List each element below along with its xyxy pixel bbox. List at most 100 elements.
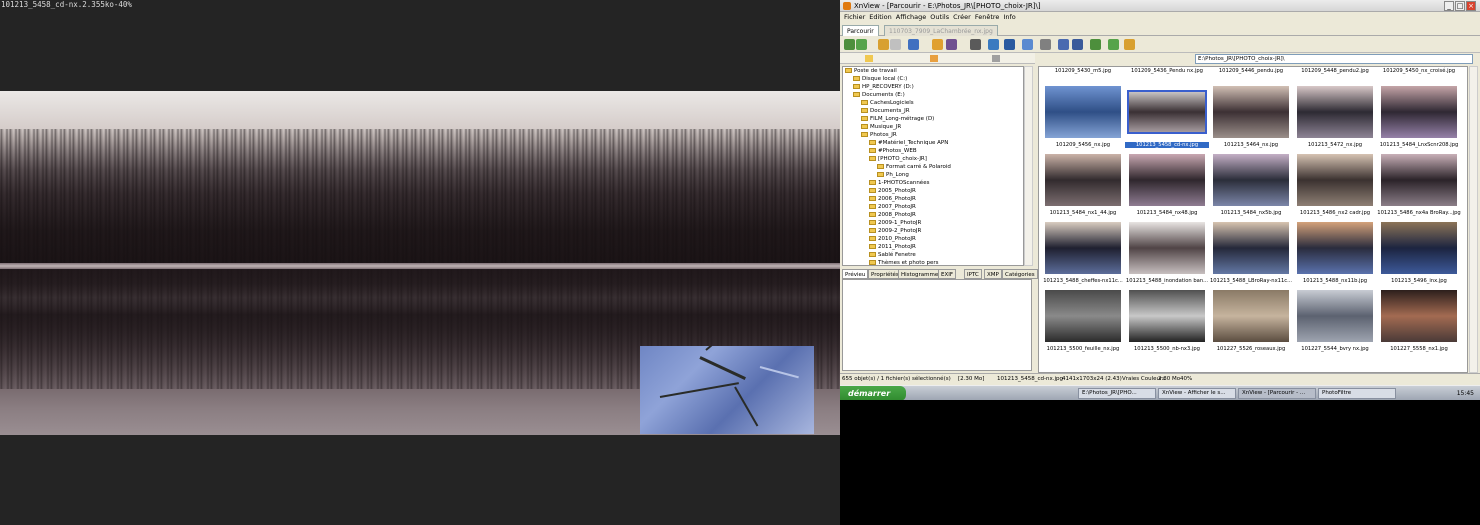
thumbnail-cell[interactable]: 101227_5558_nx1.jpg — [1377, 290, 1461, 358]
toolbar-button-icon[interactable] — [1108, 39, 1119, 50]
tree-node[interactable]: 2010_PhotoJR — [869, 236, 916, 243]
thumbnail-cell[interactable]: 101209_5456_nx.jpg — [1041, 86, 1125, 154]
thumbnail-cell[interactable]: 101213_5484_nx5b.jpg — [1209, 154, 1293, 222]
tree-node[interactable]: 1-PHOTOScannées — [869, 180, 929, 187]
thumbnail-cell[interactable]: 101227_5544_bvry nx.jpg — [1293, 290, 1377, 358]
tab-parcourir[interactable]: Parcourir — [842, 25, 879, 36]
info-tab[interactable]: Catégories — [1002, 269, 1038, 279]
toolbar-button-icon[interactable] — [1004, 39, 1015, 50]
toolbar-button-icon[interactable] — [1124, 39, 1135, 50]
toolbar-button-icon[interactable] — [1022, 39, 1033, 50]
top-row-caption[interactable]: 101209_5430_m5.jpg — [1041, 68, 1125, 74]
toolbar-button-icon[interactable] — [878, 39, 889, 50]
thumbnail-cell[interactable]: 101213_5464_nx.jpg — [1209, 86, 1293, 154]
thumbnail-cell[interactable]: 101227_5526_roseaux.jpg — [1209, 290, 1293, 358]
address-input[interactable]: E:\Photos_JR\[PHOTO_choix-JR]\ — [1195, 54, 1473, 64]
tree-node[interactable]: CachesLogiciels — [861, 100, 914, 107]
thumbnail-image[interactable] — [1297, 222, 1373, 274]
thumbnail-cell[interactable]: 101213_5488_inondation ban... — [1125, 222, 1209, 290]
toolbar-button-icon[interactable] — [1090, 39, 1101, 50]
info-tab[interactable]: IPTC — [964, 269, 982, 279]
thumbnail-image[interactable] — [1381, 86, 1457, 138]
thumbnail-cell[interactable]: 101213_5488_nx11b.jpg — [1293, 222, 1377, 290]
thumbnail-image[interactable] — [1213, 222, 1289, 274]
toolbar-button-icon[interactable] — [1040, 39, 1051, 50]
menu-item[interactable]: Outils — [930, 12, 949, 23]
tree-node[interactable]: FILM_Long-métrage (D) — [861, 116, 934, 123]
info-tab[interactable]: Histogramme — [898, 269, 942, 279]
tree-node[interactable]: HP_RECOVERY (D:) — [853, 84, 914, 91]
thumbnail-image[interactable] — [1045, 154, 1121, 206]
info-tab[interactable]: Propriétés — [868, 269, 902, 279]
menu-item[interactable]: Fenêtre — [975, 12, 1000, 23]
thumbnail-image[interactable] — [1129, 154, 1205, 206]
menu-item[interactable]: Créer — [953, 12, 971, 23]
minimize-button[interactable]: _ — [1444, 1, 1454, 11]
tree-node[interactable]: 2007_PhotoJR — [869, 204, 916, 211]
tree-node[interactable]: Thèmes et photo pers — [869, 260, 939, 265]
tree-node[interactable]: Ph_Long — [877, 172, 909, 179]
task-xnview-viewer[interactable]: XnView - Afficher le s... — [1158, 388, 1236, 399]
thumbnail-image[interactable] — [1129, 290, 1205, 342]
thumbnail-image[interactable] — [1381, 290, 1457, 342]
thumbnail-image[interactable] — [1297, 290, 1373, 342]
menu-item[interactable]: Affichage — [896, 12, 927, 23]
close-button[interactable]: × — [1466, 1, 1476, 11]
thumbnail-image[interactable] — [1045, 222, 1121, 274]
thumbnail-image[interactable] — [1045, 86, 1121, 138]
thumbnail-cell[interactable]: 101213_5484_LnxScnr208.jpg — [1377, 86, 1461, 154]
tree-node[interactable]: Disque local (C:) — [853, 76, 907, 83]
menu-item[interactable]: Info — [1003, 12, 1015, 23]
toolbar-button-icon[interactable] — [970, 39, 981, 50]
toolbar-button-icon[interactable] — [932, 39, 943, 50]
thumbnail-image[interactable] — [1381, 222, 1457, 274]
tree-scrollbar[interactable] — [1024, 66, 1033, 266]
menu-item[interactable]: Edition — [869, 12, 892, 23]
tree-node[interactable]: 2008_PhotoJR — [869, 212, 916, 219]
thumbnail-cell[interactable]: 101213_5488_LBroRay-nx11c... — [1209, 222, 1293, 290]
toolbar-button-icon[interactable] — [856, 39, 867, 50]
tab-image[interactable]: 110703_7909_LaChambrée_nx.jpg — [884, 25, 998, 36]
tree-node[interactable]: Format carré & Polaroid — [877, 164, 951, 171]
tree-node[interactable]: 2009-1_PhotoJR — [869, 220, 921, 227]
tree-node[interactable]: Poste de travail — [845, 68, 897, 75]
favorites-icon[interactable] — [930, 55, 938, 62]
tree-node[interactable]: #Matériel_Technique APN — [869, 140, 948, 147]
thumbnail-cell[interactable]: 101213_5486_nx4a BroRay...jpg — [1377, 154, 1461, 222]
tree-node[interactable]: Documents (E:) — [853, 92, 905, 99]
thumbnail-image[interactable] — [1213, 290, 1289, 342]
thumbnail-cell[interactable]: 101213_5488_cheffes-nx11c... — [1041, 222, 1125, 290]
task-photofiltre[interactable]: PhotoFiltre — [1318, 388, 1396, 399]
thumbnail-cell[interactable]: 101213_5500_feuille_nx.jpg — [1041, 290, 1125, 358]
grid-scrollbar[interactable] — [1469, 66, 1478, 373]
menu-item[interactable]: Fichier — [844, 12, 865, 23]
thumbnail-cell[interactable]: 101213_5500_nb-nx3.jpg — [1125, 290, 1209, 358]
thumbnail-image[interactable] — [1297, 86, 1373, 138]
thumbnail-cell[interactable]: 101213_5472_nx.jpg — [1293, 86, 1377, 154]
top-row-caption[interactable]: 101209_5446_pendu.jpg — [1209, 68, 1293, 74]
thumbnail-cell[interactable]: 101213_5496_inx.jpg — [1377, 222, 1461, 290]
thumbnail-image[interactable] — [1213, 154, 1289, 206]
tree-node[interactable]: [PHOTO_choix-JR] — [869, 156, 927, 163]
info-tab[interactable]: Prévieu — [842, 269, 869, 279]
toolbar-button-icon[interactable] — [946, 39, 957, 50]
tree-node[interactable]: 2009-2_PhotoJR — [869, 228, 921, 235]
tree-node[interactable]: Musique_JR — [861, 124, 901, 131]
tree-node[interactable]: 2011_PhotoJR — [869, 244, 916, 251]
toolbar-button-icon[interactable] — [1058, 39, 1069, 50]
tree-node[interactable]: Documents_JR — [861, 108, 910, 115]
toolbar-button-icon[interactable] — [890, 39, 901, 50]
info-tab[interactable]: XMP — [984, 269, 1002, 279]
tree-node[interactable]: 2005_PhotoJR — [869, 188, 916, 195]
top-row-caption[interactable]: 101209_5436_Pendu nx.jpg — [1125, 68, 1209, 74]
thumbnail-image[interactable] — [1129, 222, 1205, 274]
toolbar-button-icon[interactable] — [908, 39, 919, 50]
thumbnail-image[interactable] — [1127, 90, 1207, 134]
thumbnail-cell[interactable]: 101213_5458_cd-nx.jpg — [1125, 86, 1209, 154]
task-explorer[interactable]: E:\Photos_JR\[PHO... — [1078, 388, 1156, 399]
thumbnail-image[interactable] — [1045, 290, 1121, 342]
task-xnview-browser[interactable]: XnView - [Parcourir - ... — [1238, 388, 1316, 399]
top-row-caption[interactable]: 101209_5450_nx_croisé.jpg — [1377, 68, 1461, 74]
thumbnail-image[interactable] — [1297, 154, 1373, 206]
thumbnail-image[interactable] — [1213, 86, 1289, 138]
